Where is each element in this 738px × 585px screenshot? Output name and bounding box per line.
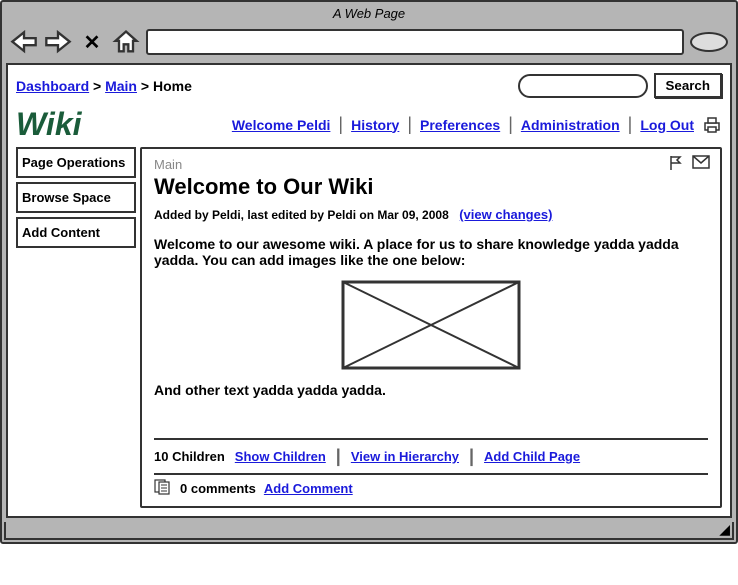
children-row: 10 Children Show Children | View in Hier… [154, 438, 708, 467]
children-count: 10 Children [154, 449, 225, 464]
browser-toolbar: ✕ [2, 25, 736, 59]
printer-icon[interactable] [702, 116, 722, 134]
comments-count: 0 comments [180, 481, 256, 496]
panel-breadcrumb: Main [154, 157, 708, 172]
status-bar: ◢ [4, 522, 734, 540]
breadcrumb: Dashboard > Main > Home [16, 78, 192, 94]
window-title: A Web Page [2, 2, 736, 25]
comments-icon [154, 479, 172, 498]
nav-welcome[interactable]: Welcome Peldi [232, 117, 331, 133]
sidebar-add-content[interactable]: Add Content [16, 217, 136, 248]
nav-administration[interactable]: Administration [521, 117, 620, 133]
byline: Added by Peldi, last edited by Peldi on … [154, 208, 449, 222]
flag-icon[interactable] [668, 155, 684, 176]
view-changes-link[interactable]: (view changes) [459, 207, 552, 222]
breadcrumb-home: Home [153, 78, 192, 94]
mail-icon[interactable] [692, 155, 710, 176]
back-icon[interactable] [10, 30, 38, 54]
view-hierarchy-link[interactable]: View in Hierarchy [351, 449, 459, 464]
page-panel: Main Welcome to Our Wiki Added by Peldi,… [140, 147, 722, 508]
go-button[interactable] [690, 32, 728, 52]
page-title: Welcome to Our Wiki [154, 174, 708, 200]
sidebar-page-operations[interactable]: Page Operations [16, 147, 136, 178]
breadcrumb-main[interactable]: Main [105, 78, 137, 94]
url-bar[interactable] [146, 29, 684, 55]
forward-icon[interactable] [44, 30, 72, 54]
add-child-page-link[interactable]: Add Child Page [484, 449, 580, 464]
nav-preferences[interactable]: Preferences [420, 117, 500, 133]
resize-grip-icon[interactable]: ◢ [719, 521, 730, 538]
home-icon[interactable] [112, 30, 140, 54]
chevron-icon: > [93, 78, 105, 94]
sidebar-browse-space[interactable]: Browse Space [16, 182, 136, 213]
sidebar: Page Operations Browse Space Add Content [16, 147, 136, 508]
add-comment-link[interactable]: Add Comment [264, 481, 353, 496]
body-paragraph-1: Welcome to our awesome wiki. A place for… [154, 236, 708, 268]
body-paragraph-2: And other text yadda yadda yadda. [154, 382, 708, 398]
image-placeholder [341, 280, 521, 370]
nav-logout[interactable]: Log Out [640, 117, 694, 133]
search-input[interactable] [518, 74, 648, 98]
chevron-icon: > [141, 78, 153, 94]
search-button[interactable]: Search [654, 73, 722, 98]
breadcrumb-dashboard[interactable]: Dashboard [16, 78, 89, 94]
nav-history[interactable]: History [351, 117, 399, 133]
comments-row: 0 comments Add Comment [154, 473, 708, 498]
logo: Wiki [16, 106, 82, 143]
show-children-link[interactable]: Show Children [235, 449, 326, 464]
page-content: Dashboard > Main > Home Search Wiki Welc… [6, 63, 732, 518]
stop-icon[interactable]: ✕ [78, 30, 106, 54]
top-nav: Welcome Peldi | History | Preferences | … [232, 114, 722, 135]
